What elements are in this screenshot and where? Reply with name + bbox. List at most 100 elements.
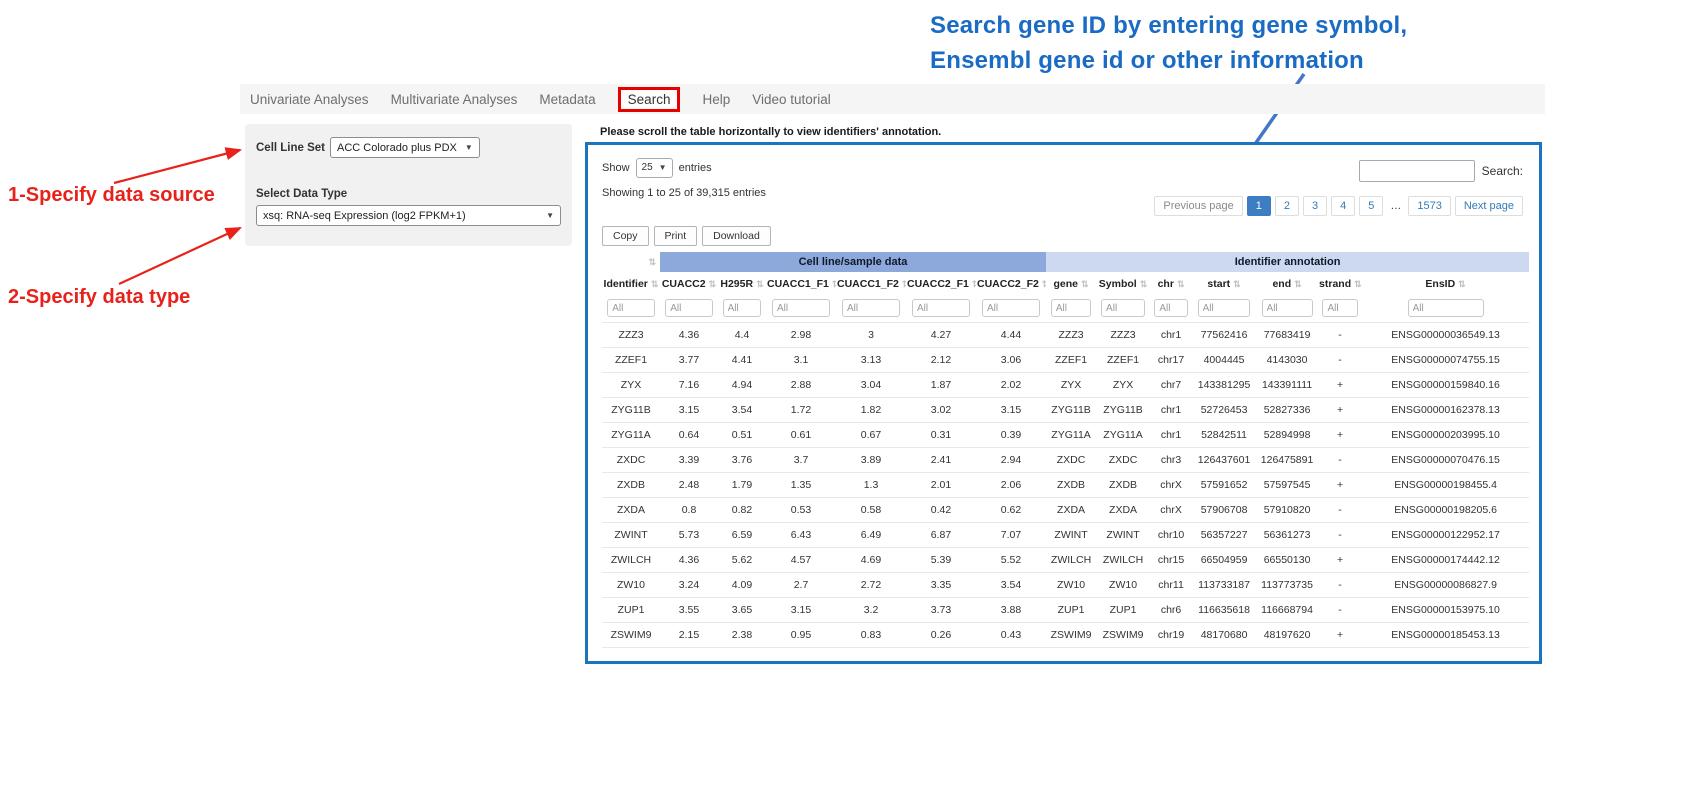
nav-item-metadata[interactable]: Metadata [539,92,595,107]
filter-input-cuacc1_f2[interactable] [842,299,900,317]
filter-input-gene[interactable] [1051,299,1091,317]
column-header-cuacc2[interactable]: CUACC2⇅ [660,272,718,296]
cell: 2.48 [660,473,718,498]
nav-item-univariate-analyses[interactable]: Univariate Analyses [250,92,369,107]
cell: 4.69 [836,548,906,573]
next-page-button[interactable]: Next page [1455,196,1523,216]
cell: 3.77 [660,348,718,373]
filter-input-identifier[interactable] [607,299,655,317]
cell: 77562416 [1192,323,1256,348]
cell: 57910820 [1256,498,1318,523]
column-header-start[interactable]: start⇅ [1192,272,1256,296]
filter-input-ensid[interactable] [1408,299,1484,317]
table-row: ZXDA0.80.820.530.580.420.62ZXDAZXDAchrX5… [602,498,1529,523]
cell: chr3 [1150,448,1192,473]
column-header-gene[interactable]: gene⇅ [1046,272,1096,296]
cell: 0.61 [766,423,836,448]
page-button-5[interactable]: 5 [1359,196,1383,216]
cell: ZXDC [602,448,660,473]
filter-input-cuacc2_f2[interactable] [982,299,1040,317]
cell: 1.79 [718,473,766,498]
column-label: gene [1054,278,1079,290]
cell: ZZEF1 [1096,348,1150,373]
page-button-1573[interactable]: 1573 [1408,196,1450,216]
cell: ZZEF1 [1046,348,1096,373]
print-button[interactable]: Print [654,226,698,246]
cell: - [1318,598,1362,623]
filter-input-cuacc2_f1[interactable] [912,299,970,317]
cell: 0.62 [976,498,1046,523]
cell: 4004445 [1192,348,1256,373]
cell: ZUP1 [1096,598,1150,623]
page-length-select[interactable]: 25 ▼ [636,158,673,178]
filter-cell [1046,296,1096,323]
cell: 5.62 [718,548,766,573]
column-header-cuacc2_f2[interactable]: CUACC2_F2⇅ [976,272,1046,296]
filter-input-start[interactable] [1198,299,1251,317]
cell: ZUP1 [602,598,660,623]
column-header-chr[interactable]: chr⇅ [1150,272,1192,296]
copy-button[interactable]: Copy [602,226,649,246]
cell: ZYG11B [602,398,660,423]
filter-input-strand[interactable] [1322,299,1357,317]
cell: chr19 [1150,623,1192,648]
column-header-h295r[interactable]: H295R⇅ [718,272,766,296]
group-header-row: ⇅Cell line/sample dataIdentifier annotat… [602,252,1529,272]
cell: ZWILCH [1046,548,1096,573]
cell: 126437601 [1192,448,1256,473]
page-button-4[interactable]: 4 [1331,196,1355,216]
cell: 3.24 [660,573,718,598]
column-header-ensid[interactable]: EnsID⇅ [1362,272,1529,296]
filter-input-end[interactable] [1262,299,1313,317]
nav-item-search[interactable]: Search [618,87,681,112]
column-header-identifier[interactable]: Identifier⇅ [602,272,660,296]
column-header-cuacc1_f2[interactable]: CUACC1_F2⇅ [836,272,906,296]
page-button-2[interactable]: 2 [1275,196,1299,216]
cell: chr10 [1150,523,1192,548]
cell: ENSG00000122952.17 [1362,523,1529,548]
download-button[interactable]: Download [702,226,771,246]
nav-item-multivariate-analyses[interactable]: Multivariate Analyses [391,92,518,107]
column-label: CUACC2_F1 [907,278,969,290]
cell: 56361273 [1256,523,1318,548]
cell: 4.4 [718,323,766,348]
nav-item-help[interactable]: Help [702,92,730,107]
cell: 6.87 [906,523,976,548]
cell: chr17 [1150,348,1192,373]
column-header-cuacc1_f1[interactable]: CUACC1_F1⇅ [766,272,836,296]
column-header-strand[interactable]: strand⇅ [1318,272,1362,296]
data-table: ⇅Cell line/sample dataIdentifier annotat… [602,252,1529,648]
cell: 3.06 [976,348,1046,373]
prev-page-button[interactable]: Previous page [1154,196,1242,216]
cell: 7.16 [660,373,718,398]
page-button-1[interactable]: 1 [1247,196,1271,216]
sort-icon: ⇅ [1354,279,1362,289]
page-button-3[interactable]: 3 [1303,196,1327,216]
cell: 0.31 [906,423,976,448]
cell: 2.7 [766,573,836,598]
table-row: ZUP13.553.653.153.23.733.88ZUP1ZUP1chr61… [602,598,1529,623]
cell: ZW10 [602,573,660,598]
filter-input-symbol[interactable] [1101,299,1145,317]
column-label: end [1272,278,1291,290]
filter-input-h295r[interactable] [723,299,762,317]
column-header-symbol[interactable]: Symbol⇅ [1096,272,1150,296]
cell: ZW10 [1046,573,1096,598]
cell: 0.67 [836,423,906,448]
cell: 3.15 [766,598,836,623]
sort-icon[interactable]: ⇅ [648,257,656,267]
cell-line-set-select[interactable]: ACC Colorado plus PDX ▼ [330,137,480,158]
cell: ENSG00000153975.10 [1362,598,1529,623]
cell: ZXDA [1096,498,1150,523]
column-header-end[interactable]: end⇅ [1256,272,1318,296]
column-header-cuacc2_f1[interactable]: CUACC2_F1⇅ [906,272,976,296]
nav-item-video-tutorial[interactable]: Video tutorial [752,92,831,107]
cell: ENSG00000198205.6 [1362,498,1529,523]
cell: 1.3 [836,473,906,498]
filter-input-cuacc2[interactable] [665,299,713,317]
filter-input-chr[interactable] [1154,299,1187,317]
search-input[interactable] [1359,160,1475,182]
data-type-select[interactable]: xsq: RNA-seq Expression (log2 FPKM+1) ▼ [256,205,561,226]
filter-input-cuacc1_f1[interactable] [772,299,830,317]
cell: 2.15 [660,623,718,648]
